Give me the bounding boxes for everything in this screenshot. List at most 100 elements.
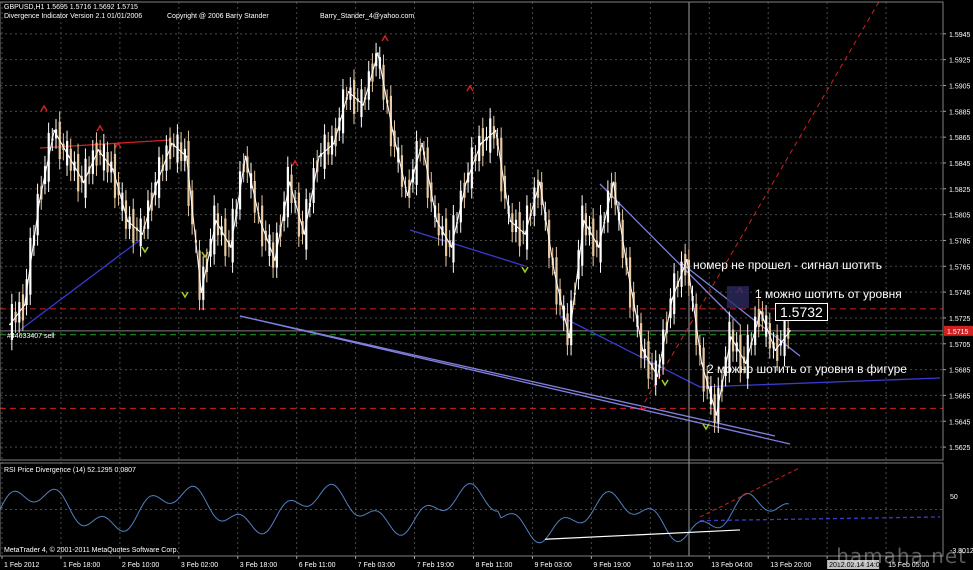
price-point (215, 220, 217, 222)
candles (10, 42, 790, 433)
price-point (288, 181, 291, 184)
signal-box (727, 286, 749, 309)
rsi-panel (0, 467, 943, 544)
fractal-up-arrow (96, 124, 104, 132)
y-tick-label: 1.5885 (949, 109, 971, 116)
price-point (347, 91, 350, 93)
price-point (671, 297, 674, 300)
email-header: Barry_Stander_4@yahoo.com (320, 13, 415, 20)
price-point (377, 52, 379, 55)
y-tick-label: 1.5705 (949, 342, 971, 349)
fractal-down-arrow (661, 379, 669, 387)
y-tick-label: 1.5645 (949, 419, 971, 426)
fractal-up-arrow (291, 159, 299, 167)
x-tick-label: 6 Feb 11:00 (299, 562, 336, 569)
price-point (9, 323, 11, 326)
price-point (38, 200, 41, 203)
price-point (524, 233, 526, 235)
price-point (406, 194, 409, 197)
price-point (318, 155, 320, 158)
price-point (421, 142, 423, 145)
price-point (170, 142, 173, 145)
fractal-down-arrow (141, 246, 149, 254)
horizontal-levels (0, 308, 943, 409)
price-point (200, 291, 203, 294)
price-point (759, 310, 762, 313)
annotation-level-one: 1 можно шотить от уровня (755, 287, 902, 301)
trend-line (239, 315, 776, 437)
x-tick-label: 3 Feb 18:00 (240, 562, 277, 569)
annotation-level-box: 1.5732 (775, 303, 828, 321)
price-point (583, 220, 585, 222)
trend-line (639, 0, 881, 411)
y-tick-label: 1.5625 (949, 445, 971, 452)
chart-window[interactable]: 1 Feb 2012 1 Feb 18:00 2 Feb 10:00 3 Feb 02… (0, 0, 973, 570)
price-point (597, 246, 600, 248)
price-point (259, 220, 262, 222)
x-tick-label: 13 Feb 04:00 (711, 562, 752, 569)
price-point (700, 362, 703, 365)
price-chart[interactable]: 1 Feb 2012 1 Feb 18:00 2 Feb 10:00 3 Feb 02… (0, 0, 973, 570)
price-point (730, 336, 733, 339)
order-label: #44633407 sell (7, 333, 55, 340)
fractal-up-arrow (381, 34, 389, 42)
price-point (774, 349, 777, 352)
trend-line (699, 377, 941, 388)
x-tick-label: 1 Feb 2012 (4, 562, 40, 569)
y-tick-label: 1.5865 (949, 135, 971, 142)
price-point (362, 103, 365, 106)
y-tick-label: 1.5765 (949, 264, 971, 271)
price-point (244, 155, 247, 158)
price-point (67, 155, 70, 158)
price-point (332, 142, 335, 145)
x-tick-label: 13 Feb 20:00 (770, 562, 811, 569)
x-tick-label: 2 Feb 10:00 (122, 562, 159, 569)
price-point (465, 181, 468, 184)
price-point (156, 181, 159, 184)
rsi-divergence-line (544, 529, 741, 540)
price-point (627, 271, 630, 274)
trend-lines (19, 0, 941, 556)
x-tick-label: 8 Feb 11:00 (476, 562, 513, 569)
y-tick-label: 1.5665 (949, 393, 971, 400)
x-tick-label: 7 Feb 19:00 (417, 562, 454, 569)
price-point (23, 304, 26, 306)
price-point (97, 149, 100, 151)
y-tick-label: 1.5925 (949, 58, 971, 65)
price-line (9, 53, 791, 415)
price-point (686, 258, 688, 261)
price-point (480, 142, 482, 145)
x-tick-label: 3 Feb 02:00 (181, 562, 218, 569)
symbol-header: GBPUSD,H1 1.5695 1.5716 1.5692 1.5715 (4, 4, 138, 11)
price-point (126, 220, 129, 222)
y-tick-label: 1.5785 (949, 238, 971, 245)
price-point (391, 129, 394, 132)
grid (0, 2, 943, 556)
fractal-down-arrow (521, 266, 529, 274)
rsi-level-50: 50 (950, 494, 958, 501)
price-point (612, 181, 615, 184)
rsi-line (0, 483, 790, 544)
trend-line (559, 315, 701, 388)
trend-line (409, 229, 526, 267)
x-tick-label: 9 Feb 19:00 (593, 562, 630, 569)
indicator-header: Divergence Indicator Version 2.1 01/01/2… (4, 13, 143, 20)
price-point (568, 336, 571, 339)
y-tick-label: 1.5685 (949, 368, 971, 375)
y-tick-label: 1.5845 (949, 161, 971, 168)
price-point (141, 233, 144, 235)
price-point (715, 413, 718, 416)
fractal-up-arrow (466, 84, 474, 92)
x-tick-label: 7 Feb 03:00 (358, 562, 395, 569)
fractal-down-arrow (181, 291, 189, 299)
y-tick-label: 1.5945 (949, 32, 971, 39)
price-point (656, 375, 659, 377)
price-point (435, 220, 438, 222)
trend-line (19, 239, 141, 331)
price-point (789, 329, 791, 332)
annotation-level-two: 2 можно шотить от уровня в фигуре (707, 362, 907, 376)
price-point (509, 220, 512, 222)
copyright-header: Copyright @ 2006 Barry Stander (167, 13, 269, 20)
annotation-top-signal: номер не прошел - сигнал шотить (693, 258, 882, 272)
y-tick-label: 1.5805 (949, 213, 971, 220)
